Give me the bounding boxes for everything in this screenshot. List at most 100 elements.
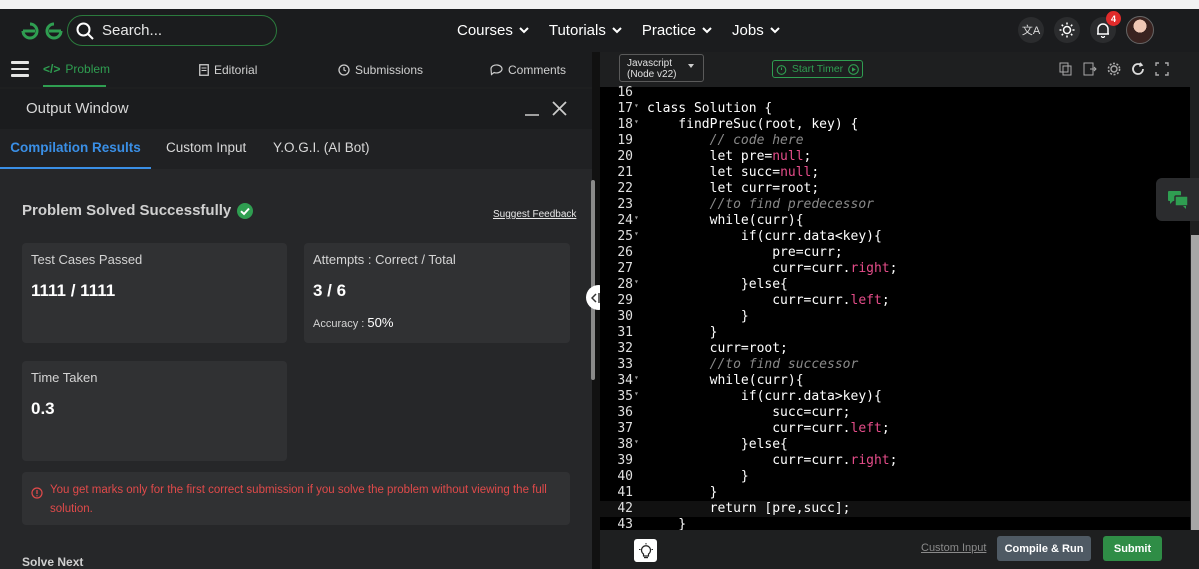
fold-caret-icon[interactable]: ▾ xyxy=(634,373,642,382)
play-icon xyxy=(848,63,860,75)
nav-courses[interactable]: Courses xyxy=(457,22,529,39)
language-select[interactable]: Javascript (Node v22) xyxy=(619,54,704,82)
code-line[interactable]: 26 pre=curr; xyxy=(600,245,1190,261)
line-number: 22 xyxy=(617,181,633,196)
editor-toolbar: Javascript (Node v22) Start Timer xyxy=(600,52,1199,87)
line-number: 28 xyxy=(617,277,633,292)
line-number: 23 xyxy=(617,197,633,212)
copy-icon[interactable] xyxy=(1059,62,1073,76)
tab-yogi-ai-bot[interactable]: Y.O.G.I. (AI Bot) xyxy=(273,129,370,169)
start-timer-button[interactable]: Start Timer xyxy=(772,60,863,78)
search-placeholder: Search... xyxy=(102,22,163,39)
code-line[interactable]: 40 } xyxy=(600,469,1190,485)
code-area[interactable]: 16 17 ▾ class Solution {18 ▾ findPreSuc(root… xyxy=(600,85,1190,532)
suggest-feedback-link[interactable]: Suggest Feedback xyxy=(493,209,576,220)
code-line[interactable]: 42 return [pre,succ]; xyxy=(600,501,1190,517)
nav-jobs[interactable]: Jobs xyxy=(732,22,780,39)
code-text: //to find predecessor xyxy=(647,197,874,212)
fold-caret-icon[interactable]: ▾ xyxy=(634,101,642,110)
tab-comments[interactable]: Comments xyxy=(490,52,566,87)
code-line[interactable]: 23 //to find predecessor xyxy=(600,197,1190,213)
line-number: 34 xyxy=(617,373,633,388)
gfg-logo-icon[interactable] xyxy=(20,21,64,41)
status-text: Problem Solved Successfully xyxy=(22,202,232,219)
tab-comments-label: Comments xyxy=(508,62,567,77)
fold-caret-icon[interactable]: ▾ xyxy=(634,229,642,238)
nav-practice[interactable]: Practice xyxy=(642,22,712,39)
code-line[interactable]: 29 curr=curr.left; xyxy=(600,293,1190,309)
code-line[interactable]: 41 } xyxy=(600,485,1190,501)
code-line[interactable]: 38 ▾ }else{ xyxy=(600,437,1190,453)
editor-scrollbar[interactable] xyxy=(1191,235,1199,535)
clock-icon xyxy=(338,63,350,76)
code-line[interactable]: 22 let curr=root; xyxy=(600,181,1190,197)
code-line[interactable]: 34 ▾ while(curr){ xyxy=(600,373,1190,389)
nav-jobs-label: Jobs xyxy=(732,22,764,39)
translate-button[interactable]: 文A xyxy=(1018,17,1044,43)
line-number: 35 xyxy=(617,389,633,404)
code-line[interactable]: 30 } xyxy=(600,309,1190,325)
fold-caret-icon[interactable]: ▾ xyxy=(634,437,642,446)
start-timer-label: Start Timer xyxy=(791,63,844,75)
code-text: return [pre,succ]; xyxy=(647,501,851,516)
notifications-button[interactable]: 4 xyxy=(1090,11,1121,43)
chat-button[interactable] xyxy=(1156,178,1199,221)
fold-caret-icon[interactable]: ▾ xyxy=(634,277,642,286)
theme-toggle-button[interactable] xyxy=(1054,17,1080,43)
fold-caret-icon[interactable]: ▾ xyxy=(634,213,642,222)
avatar[interactable] xyxy=(1126,16,1154,44)
tab-editorial[interactable]: Editorial xyxy=(199,52,257,87)
code-line[interactable]: 21 let succ=null; xyxy=(600,165,1190,181)
tab-compilation-results[interactable]: Compilation Results xyxy=(0,129,151,169)
code-line[interactable]: 32 curr=root; xyxy=(600,341,1190,357)
code-line[interactable]: 16 xyxy=(600,85,1190,101)
tab-submissions[interactable]: Submissions xyxy=(338,52,423,87)
menu-icon[interactable] xyxy=(11,61,29,77)
code-text: if(curr.data>key){ xyxy=(647,389,882,404)
code-text: succ=curr; xyxy=(647,405,851,420)
code-line[interactable]: 18 ▾ findPreSuc(root, key) { xyxy=(600,117,1190,133)
code-text: if(curr.data<key){ xyxy=(647,229,882,244)
code-line[interactable]: 27 curr=curr.right; xyxy=(600,261,1190,277)
code-line[interactable]: 25 ▾ if(curr.data<key){ xyxy=(600,229,1190,245)
custom-input-link[interactable]: Custom Input xyxy=(921,542,986,554)
line-number: 37 xyxy=(617,421,633,436)
nav-tutorials[interactable]: Tutorials xyxy=(549,22,622,39)
code-line[interactable]: 36 succ=curr; xyxy=(600,405,1190,421)
fold-caret-icon[interactable]: ▾ xyxy=(634,389,642,398)
code-line[interactable]: 33 //to find successor xyxy=(600,357,1190,373)
output-scrollbar[interactable] xyxy=(591,180,595,380)
hint-button[interactable] xyxy=(634,539,657,562)
code-text: curr=root; xyxy=(647,341,788,356)
code-text: let curr=root; xyxy=(647,181,820,196)
sun-icon xyxy=(1059,22,1075,38)
code-line[interactable]: 20 let pre=null; xyxy=(600,149,1190,165)
reset-icon[interactable] xyxy=(1131,62,1145,76)
compile-run-button[interactable]: Compile & Run xyxy=(997,536,1091,561)
code-line[interactable]: 37 curr=curr.left; xyxy=(600,421,1190,437)
export-icon[interactable] xyxy=(1083,62,1097,76)
status-heading: Problem Solved Successfully xyxy=(22,202,254,219)
gear-icon[interactable] xyxy=(1107,62,1121,76)
code-line[interactable]: 28 ▾ }else{ xyxy=(600,277,1190,293)
code-line[interactable]: 39 curr=curr.right; xyxy=(600,453,1190,469)
tab-problem[interactable]: </> Problem xyxy=(43,52,110,87)
code-line[interactable]: 19 // code here xyxy=(600,133,1190,149)
search-input[interactable]: Search... xyxy=(67,15,277,46)
code-token: left xyxy=(850,421,882,436)
submit-button[interactable]: Submit xyxy=(1103,536,1162,561)
close-icon[interactable] xyxy=(552,101,567,116)
code-line[interactable]: 24 ▾ while(curr){ xyxy=(600,213,1190,229)
line-number: 26 xyxy=(617,245,633,260)
test-cases-value: 1111 / 1111 xyxy=(31,281,116,300)
tab-custom-input[interactable]: Custom Input xyxy=(166,129,246,169)
tab-submissions-label: Submissions xyxy=(355,62,424,77)
minimize-icon[interactable] xyxy=(524,101,540,117)
tab-problem-label: Problem xyxy=(65,61,111,76)
fullscreen-icon[interactable] xyxy=(1155,62,1169,76)
code-line[interactable]: 35 ▾ if(curr.data>key){ xyxy=(600,389,1190,405)
code-line[interactable]: 17 ▾ class Solution { xyxy=(600,101,1190,117)
code-line[interactable]: 31 } xyxy=(600,325,1190,341)
fold-caret-icon[interactable]: ▾ xyxy=(634,117,642,126)
code-text: findPreSuc(root, key) { xyxy=(647,117,859,132)
